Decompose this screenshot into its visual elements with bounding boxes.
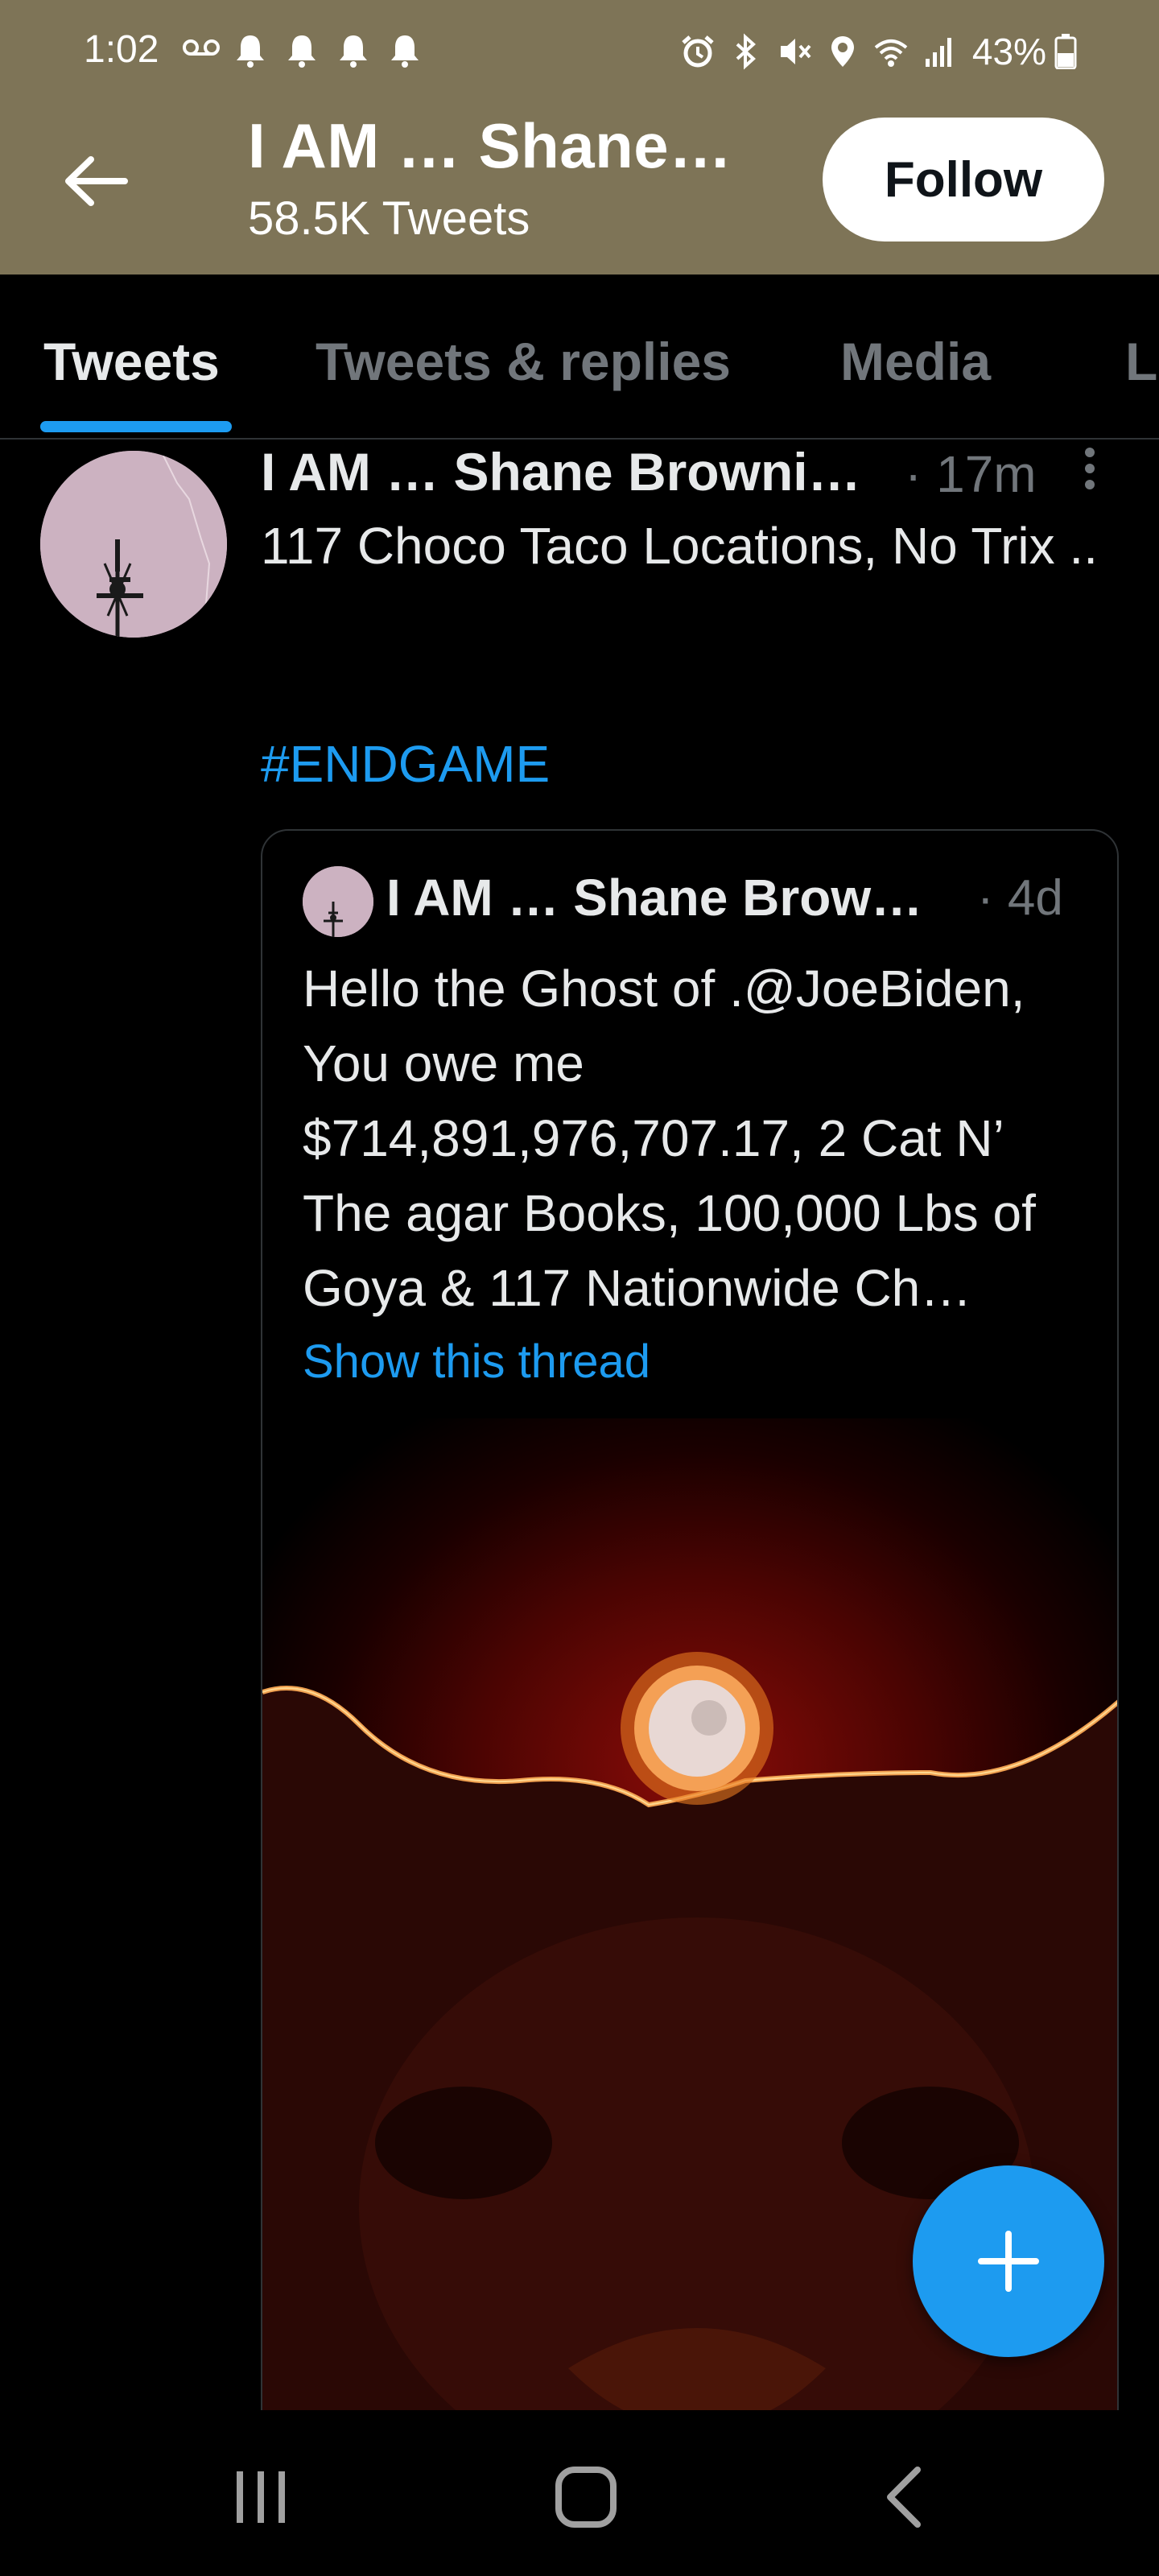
battery-icon: [1054, 34, 1077, 69]
status-bar: 1:02 43%: [0, 0, 1159, 103]
back-chevron-icon: [887, 2467, 921, 2528]
wifi-icon: [874, 39, 908, 67]
battery-percent: 43%: [971, 31, 1046, 72]
tweet-text: 117 Choco Taco Locations, No Trix ..: [261, 517, 1098, 575]
quoted-media-image[interactable]: [262, 1418, 1117, 2576]
tweet-more-button[interactable]: [1074, 446, 1106, 494]
mute-icon: [780, 39, 811, 64]
tab-media[interactable]: Media: [840, 331, 991, 392]
quoted-author-avatar: [303, 866, 373, 937]
tab-likes[interactable]: L: [1125, 331, 1157, 392]
tweet-timestamp: · 17m: [905, 445, 1037, 503]
quoted-text: Hello the Ghost of .@JoeBiden, You owe m…: [303, 960, 1036, 1317]
bell-icon: [340, 35, 367, 68]
avatar-image: [40, 451, 227, 638]
nav-back-button[interactable]: [864, 2457, 945, 2537]
system-nav-bar: [0, 2410, 1159, 2576]
quoted-timestamp: · 4d: [977, 870, 1063, 926]
tweet-count: 58.5K Tweets: [248, 192, 530, 245]
tab-tweets[interactable]: Tweets: [43, 331, 220, 392]
tweet-hashtag[interactable]: #ENDGAME: [261, 734, 550, 794]
follow-button[interactable]: Follow: [823, 118, 1104, 242]
tab-tweets-replies[interactable]: Tweets & replies: [316, 331, 731, 392]
bell-icon: [391, 35, 419, 68]
show-thread-link[interactable]: Show this thread: [303, 1335, 650, 1389]
alarm-icon: [682, 35, 714, 68]
profile-tabs: Tweets Tweets & replies Media L: [0, 275, 1159, 440]
status-indicators: 43%: [679, 29, 1159, 74]
notification-icons: [233, 32, 422, 69]
bell-icon: [288, 35, 316, 68]
quoted-author-name: I AM … Shane Brow…: [386, 869, 923, 927]
voicemail-icon: [183, 39, 220, 56]
home-icon: [555, 2467, 617, 2528]
compose-tweet-button[interactable]: [913, 2165, 1104, 2357]
bluetooth-icon: [736, 33, 756, 70]
more-vertical-icon: [1085, 448, 1095, 489]
home-button[interactable]: [546, 2457, 626, 2537]
bell-icon: [237, 35, 264, 68]
plus-icon: [978, 2231, 1039, 2292]
active-tab-indicator: [40, 421, 232, 432]
recents-icon: [237, 2471, 285, 2523]
profile-header: 1:02 43% I AM … Shane… 58.5K Tweets Foll…: [0, 0, 1159, 275]
arrow-left-icon: [65, 156, 128, 206]
media-artwork: [262, 1652, 1117, 2576]
recents-button[interactable]: [221, 2457, 301, 2537]
tweet-author-name[interactable]: I AM … Shane Browni…: [261, 441, 897, 502]
avatar-image: [303, 866, 373, 937]
back-button[interactable]: [56, 145, 135, 217]
location-icon: [831, 36, 854, 67]
signal-icon: [925, 38, 951, 67]
author-avatar[interactable]: [40, 451, 227, 638]
profile-name: I AM … Shane…: [248, 110, 732, 181]
status-time: 1:02: [84, 28, 159, 71]
